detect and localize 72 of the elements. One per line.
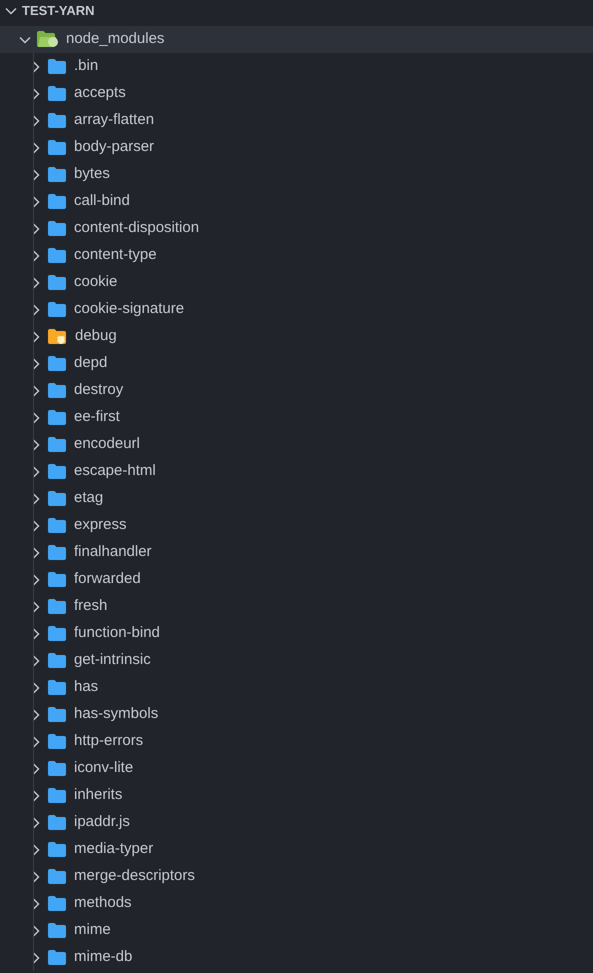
folder-icon (48, 518, 66, 533)
folder-name[interactable]: has-symbols (74, 703, 158, 726)
folder-icon (48, 707, 66, 722)
folder-name[interactable]: merge-descriptors (74, 865, 195, 888)
tree-item[interactable]: node_modules (0, 26, 593, 53)
folder-icon (48, 842, 66, 857)
folder-name[interactable]: .bin (74, 55, 98, 78)
folder-name[interactable]: iconv-lite (74, 757, 134, 780)
folder-name: node_modules (66, 29, 164, 50)
folder-icon (48, 572, 66, 587)
folder-name[interactable]: express (74, 514, 127, 537)
folder-name[interactable]: escape-html (74, 460, 156, 483)
folder-name[interactable]: has (74, 676, 98, 699)
folder-icon (48, 761, 66, 776)
explorer-title: TEST-YARN (22, 2, 94, 20)
folder-icon (48, 194, 66, 209)
folder-icon (48, 680, 66, 695)
folder-name[interactable]: content-disposition (74, 217, 200, 240)
folder-name[interactable]: fresh (74, 595, 108, 618)
folder-icon (48, 626, 66, 641)
folder-name[interactable]: media-typer (74, 838, 154, 861)
folder-icon (48, 167, 66, 182)
folder-icon (48, 275, 66, 290)
folder-icon (48, 437, 66, 452)
folder-icon (48, 383, 66, 398)
folder-name[interactable]: finalhandler (74, 541, 152, 564)
folder-name[interactable]: body-parser (74, 136, 154, 159)
folder-icon (48, 653, 66, 668)
folder-icon (48, 815, 66, 830)
folder-open-icon (37, 31, 59, 48)
folder-icon (48, 86, 66, 101)
folder-name[interactable]: ee-first (74, 406, 120, 429)
folder-name[interactable]: accepts (74, 82, 126, 105)
folder-icon (48, 410, 66, 425)
folder-name[interactable]: get-intrinsic (74, 649, 151, 672)
folder-icon (48, 734, 66, 749)
folder-icon (48, 923, 66, 938)
folder-icon (48, 464, 66, 479)
folder-name[interactable]: content-type (74, 244, 157, 267)
folder-name[interactable]: debug (75, 325, 117, 348)
folder-name[interactable]: inherits (74, 784, 122, 807)
folder-name[interactable]: bytes (74, 163, 110, 186)
folder-name[interactable]: function-bind (74, 622, 160, 645)
folder-name[interactable]: mime-db (74, 946, 132, 969)
folder-icon (48, 896, 66, 911)
folder-name[interactable]: array-flatten (74, 109, 154, 132)
folder-name[interactable]: etag (74, 487, 104, 510)
folder-name[interactable]: mime (74, 919, 111, 942)
folder-icon (48, 59, 66, 74)
folder-name[interactable]: ipaddr.js (74, 811, 130, 834)
folder-icon (48, 788, 66, 803)
folder-icon (48, 950, 66, 965)
folder-name[interactable]: cookie-signature (74, 298, 184, 321)
folder-icon (48, 869, 66, 884)
folder-name[interactable]: cookie (74, 271, 118, 294)
folder-name[interactable]: methods (74, 892, 132, 915)
folder-icon (48, 302, 66, 317)
folder-bug-icon (48, 328, 67, 344)
folder-icon (48, 140, 66, 155)
folder-icon (48, 545, 66, 560)
folder-name[interactable]: depd (74, 352, 108, 375)
folder-name[interactable]: destroy (74, 379, 124, 402)
folder-name[interactable]: encodeurl (74, 433, 140, 456)
folder-name[interactable]: http-errors (74, 730, 144, 753)
folder-icon (48, 356, 66, 371)
folder-name[interactable]: forwarded (74, 568, 141, 591)
folder-icon (48, 221, 66, 236)
folder-icon (48, 113, 66, 128)
folder-icon (48, 491, 66, 506)
folder-icon (48, 248, 66, 263)
folder-icon (48, 599, 66, 614)
folder-name[interactable]: call-bind (74, 190, 130, 213)
